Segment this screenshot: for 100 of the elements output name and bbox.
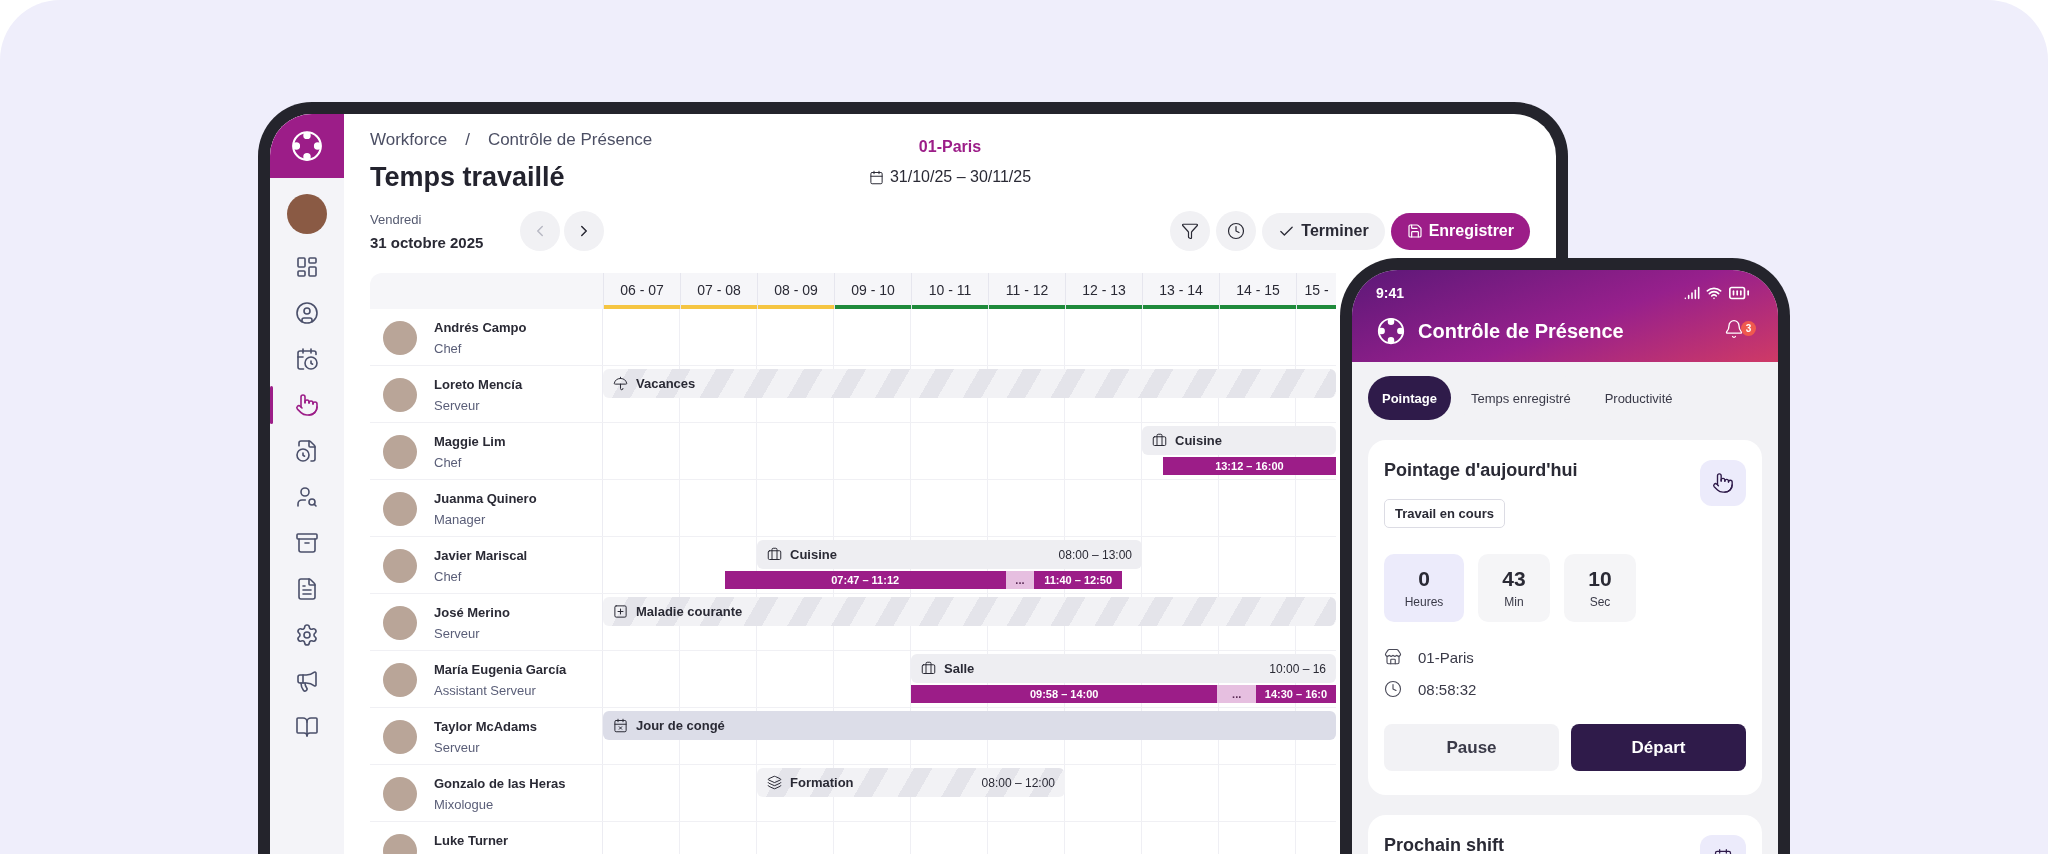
- employee-role: Serveur: [434, 398, 481, 413]
- counter-value: 0: [1418, 567, 1430, 591]
- primary-button[interactable]: Départ: [1571, 724, 1746, 771]
- employee-name: Gonzalo de las Heras: [434, 776, 566, 791]
- signal-icon: [1684, 285, 1700, 301]
- date-range: 31/10/25 – 30/11/25: [889, 168, 1032, 186]
- app-title: Contrôle de Présence: [1418, 319, 1625, 343]
- employee-role: Chef: [434, 455, 463, 470]
- user-avatar[interactable]: [287, 194, 327, 234]
- employee-role: Serveur: [434, 740, 481, 755]
- shift-bar[interactable]: Salle 10:00 – 16: [911, 654, 1336, 683]
- shift-bar[interactable]: Cuisine 08:00 – 13:00: [757, 540, 1142, 569]
- calendar-clock-icon: [295, 347, 319, 371]
- worked-time-segment: 13:12 – 16:00: [1162, 457, 1336, 475]
- clock-icon: [1384, 680, 1402, 698]
- avatar: [383, 720, 417, 754]
- save-icon: [1406, 223, 1423, 239]
- employee-name: Andrés Campo: [434, 320, 527, 335]
- counter-unit: Heures: [1404, 595, 1444, 609]
- archive-icon: [295, 531, 319, 555]
- avatar: [383, 777, 417, 811]
- status-time: 9:41: [1376, 285, 1405, 301]
- store-icon: [1384, 648, 1402, 666]
- calendar-icon: [868, 169, 884, 185]
- briefcase-icon: [767, 547, 782, 562]
- hour-label: 12 - 13: [1081, 282, 1127, 300]
- hour-label: 13 - 14: [1158, 282, 1204, 300]
- break-segment: ...: [1005, 571, 1035, 589]
- settings-icon: [295, 623, 319, 647]
- hour-label: 06 - 07: [619, 282, 665, 300]
- hand-pointer-icon: [1712, 472, 1734, 494]
- sick-bar[interactable]: Maladie courante: [603, 597, 1336, 626]
- clock-in-button[interactable]: [1700, 460, 1746, 506]
- hand-pointer-icon: [295, 393, 319, 417]
- tab[interactable]: Pointage: [1368, 376, 1451, 420]
- entry-label: Maladie courante: [636, 604, 743, 619]
- employee-name: Juanma Quinero: [434, 491, 537, 506]
- employee-name: María Eugenia García: [434, 662, 567, 677]
- megaphone-icon: [295, 669, 319, 693]
- breadcrumb-link[interactable]: Contrôle de Présence: [487, 130, 653, 150]
- training-bar[interactable]: Formation 08:00 – 12:00: [757, 768, 1065, 797]
- avatar: [383, 663, 417, 697]
- page-title: Temps travaillé: [370, 162, 566, 193]
- shift-bar[interactable]: Cuisine: [1142, 426, 1336, 455]
- save-button[interactable]: Enregistrer: [1390, 212, 1530, 250]
- hour-label: 11 - 12: [1004, 282, 1050, 300]
- avatar: [383, 378, 417, 412]
- book-icon: [295, 715, 319, 739]
- entry-label: Cuisine: [790, 547, 837, 562]
- briefcase-icon: [921, 661, 936, 676]
- breadcrumb-separator: /: [465, 130, 470, 150]
- entry-label: Vacances: [636, 376, 696, 391]
- logo-icon: [290, 129, 324, 163]
- briefcase-icon: [1152, 433, 1167, 448]
- entry-label: Formation: [790, 775, 854, 790]
- site-label: 01-Paris: [1418, 648, 1474, 666]
- vacation-bar[interactable]: Vacances: [603, 369, 1336, 398]
- umbrella-icon: [613, 376, 628, 391]
- employee-role: Chef: [434, 341, 463, 356]
- layers-icon: [767, 775, 782, 790]
- dayoff-bar[interactable]: Jour de congé: [603, 711, 1336, 740]
- app-logo-icon: [1376, 316, 1406, 346]
- counter-value: 10: [1588, 567, 1612, 591]
- entry-label: Cuisine: [1175, 433, 1222, 448]
- filter-button[interactable]: [1170, 211, 1211, 251]
- avatar: [383, 549, 417, 583]
- location-label: 01-Paris: [918, 138, 982, 156]
- entry-label: Salle: [944, 661, 975, 676]
- entry-time: 10:00 – 16: [1269, 661, 1326, 676]
- card-title: Prochain shift: [1384, 835, 1504, 854]
- status-tag: Travail en cours: [1384, 499, 1505, 528]
- finish-button[interactable]: Terminer: [1262, 212, 1385, 250]
- weekday-label: Vendredi: [370, 211, 423, 227]
- calendar-x-icon: [613, 718, 628, 733]
- employee-name: Loreto Mencía: [434, 377, 523, 392]
- clock-icon: [1227, 222, 1246, 240]
- card-title: Pointage d'aujourd'hui: [1384, 460, 1578, 480]
- employee-role: Mixologue: [434, 797, 495, 812]
- breadcrumb-link[interactable]: Workforce: [370, 130, 448, 150]
- employee-name: Javier Mariscal: [434, 548, 528, 563]
- employee-role: Serveur: [434, 626, 481, 641]
- hour-label: 15 -: [1303, 282, 1330, 300]
- hour-label: 08 - 09: [773, 282, 819, 300]
- employee-role: Chef: [434, 569, 463, 584]
- hour-label: 09 - 10: [850, 282, 896, 300]
- wifi-icon: [1706, 285, 1722, 301]
- document-icon: [295, 577, 319, 601]
- break-segment: ...: [1217, 685, 1256, 703]
- hour-label: 07 - 08: [696, 282, 742, 300]
- employee-role: Assistant Serveur: [434, 683, 537, 698]
- avatar: [383, 492, 417, 526]
- bell-icon[interactable]: [1724, 319, 1744, 339]
- worked-time-segment: 11:40 – 12:50: [1034, 571, 1122, 589]
- secondary-button[interactable]: Pause: [1384, 724, 1559, 771]
- entry-time: 08:00 – 12:00: [981, 775, 1055, 790]
- employee-name: José Merino: [434, 605, 510, 620]
- hour-label: 10 - 11: [927, 282, 973, 300]
- grid-icon: [295, 255, 319, 279]
- filter-icon: [1181, 222, 1200, 240]
- clock-button[interactable]: [1216, 211, 1257, 251]
